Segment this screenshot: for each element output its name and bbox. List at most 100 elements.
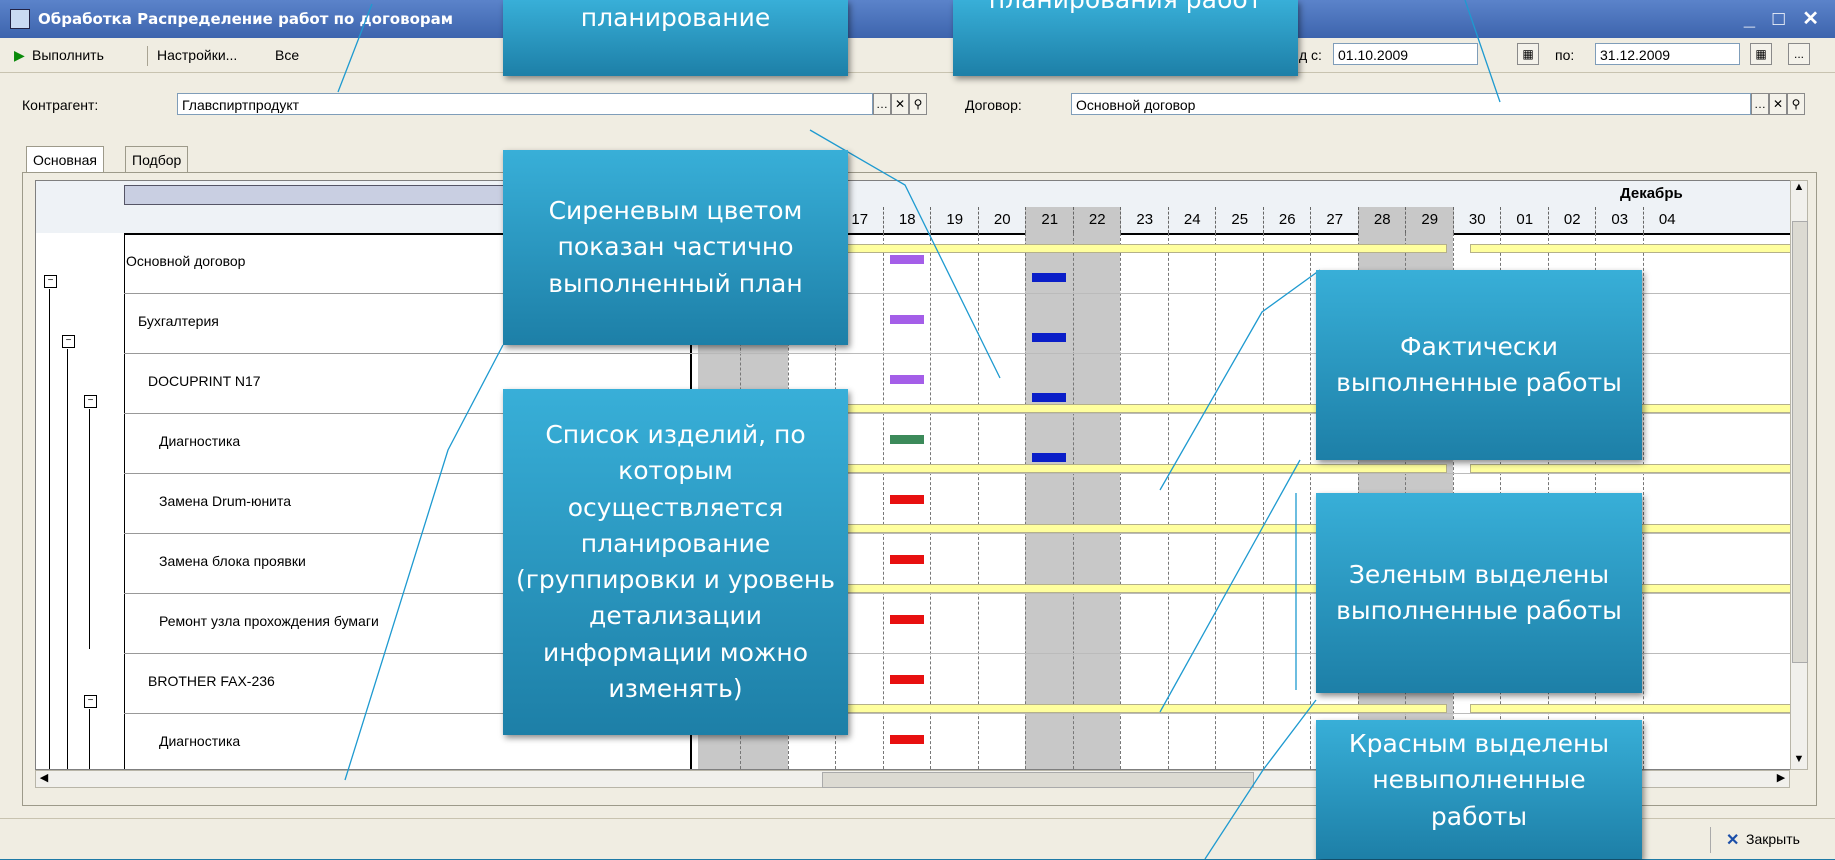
not-done-marker[interactable] [889, 495, 924, 504]
callout-green: Зеленым выделены выполненные работы [1316, 493, 1642, 693]
day-gridline [1072, 233, 1074, 769]
app-icon [10, 9, 30, 29]
day-gridline [1215, 233, 1216, 769]
tree-line [67, 349, 68, 769]
counterparty-label: Контрагент: [22, 97, 99, 113]
callout-work-planning-text: планирования работ [989, 0, 1263, 18]
not-done-marker[interactable] [889, 555, 924, 564]
partial-marker[interactable] [889, 255, 924, 264]
select-button[interactable]: … [873, 93, 891, 115]
not-done-marker[interactable] [889, 615, 924, 624]
window-controls[interactable]: _ □ ✕ [1744, 6, 1825, 31]
not-done-marker[interactable] [889, 735, 924, 744]
plan-bar[interactable] [1470, 704, 1791, 713]
callout-actual: Фактически выполненные работы [1316, 270, 1642, 460]
tab-main[interactable]: Основная [26, 146, 104, 172]
day-gridline [1120, 233, 1121, 769]
close-icon[interactable]: ✕ [1726, 830, 1739, 850]
tree-line [89, 709, 90, 769]
not-done-marker[interactable] [889, 675, 924, 684]
select-button[interactable]: … [1751, 93, 1769, 115]
actual-marker[interactable] [1032, 273, 1066, 282]
day-label: 25 [1215, 207, 1264, 233]
actual-marker[interactable] [1032, 393, 1066, 402]
period-to-field[interactable]: 31.12.2009 [1595, 43, 1740, 65]
more-button[interactable]: ... [1788, 43, 1810, 65]
day-label: 30 [1452, 207, 1502, 233]
plan-bar[interactable] [1470, 464, 1791, 473]
collapse-toggle-icon[interactable]: − [62, 335, 75, 348]
calendar-icon[interactable]: ▦ [1517, 43, 1539, 65]
scroll-up-icon[interactable]: ▲ [1791, 181, 1807, 197]
day-gridline [930, 233, 931, 769]
toolbar-separator [147, 46, 148, 66]
execute-button[interactable]: Выполнить [32, 47, 104, 63]
row-label: DOCUPRINT N17 [148, 373, 261, 389]
tree-line [49, 289, 50, 769]
day-gridline [1642, 233, 1644, 769]
day-label: 28 [1357, 207, 1406, 233]
period-from-field[interactable]: 01.10.2009 [1333, 43, 1478, 65]
day-label: 24 [1167, 207, 1217, 233]
counterparty-field[interactable]: Главспиртпродукт [177, 93, 873, 115]
done-marker[interactable] [889, 435, 924, 444]
row-label: Замена Drum-юнита [159, 493, 292, 509]
weekend-column [1025, 233, 1073, 769]
row-label: Диагностика [159, 733, 241, 749]
callout-lilac: Сиреневым цветом показан частично выполн… [503, 150, 848, 345]
title-bar: Обработка Распределение работ по договор… [0, 0, 1835, 38]
day-gridline [1262, 233, 1264, 769]
scroll-thumb[interactable] [1792, 221, 1808, 663]
play-icon: ▶ [14, 47, 25, 63]
day-label: 04 [1642, 207, 1692, 233]
day-gridline [882, 233, 884, 769]
day-gridline [1310, 233, 1311, 769]
row-label: Диагностика [159, 433, 241, 449]
period-to-label: по: [1555, 47, 1575, 63]
day-label: 01 [1500, 207, 1549, 233]
settings-button[interactable]: Настройки... [157, 47, 237, 63]
tree-line [89, 409, 90, 649]
tab-selection[interactable]: Подбор [125, 146, 189, 172]
calendar-icon[interactable]: ▦ [1750, 43, 1772, 65]
search-icon[interactable]: ⚲ [909, 93, 927, 115]
callout-planning: планирование [503, 0, 848, 76]
all-button[interactable]: Все [275, 47, 299, 63]
toolbar: ▶ Выполнить Настройки... Все д с: 01.10.… [0, 38, 1835, 73]
window-title: Обработка Распределение работ по договор… [38, 10, 454, 28]
row-separator [690, 473, 1791, 474]
callout-item-list: Список изделий, по которым осуществляетс… [503, 389, 848, 735]
vertical-scrollbar[interactable]: ▲ ▼ [1790, 180, 1808, 770]
day-gridline [977, 233, 979, 769]
row-label: Основной договор [126, 253, 246, 269]
actual-marker[interactable] [1032, 333, 1066, 342]
day-label: 18 [882, 207, 932, 233]
plan-bar[interactable] [1470, 244, 1791, 253]
collapse-toggle-icon[interactable]: − [84, 395, 97, 408]
scroll-thumb[interactable] [822, 772, 1254, 788]
day-label: 26 [1262, 207, 1312, 233]
collapse-toggle-icon[interactable]: − [44, 275, 57, 288]
clear-icon[interactable]: ✕ [891, 93, 909, 115]
actual-marker[interactable] [1032, 453, 1066, 462]
tree-column: − − − − [36, 233, 125, 769]
contract-field[interactable]: Основной договор [1071, 93, 1751, 115]
day-label: 02 [1547, 207, 1597, 233]
callout-work-planning: планирования работ [953, 0, 1298, 76]
search-icon[interactable]: ⚲ [1787, 93, 1805, 115]
day-label: 19 [930, 207, 979, 233]
row-label: BROTHER FAX-236 [148, 673, 275, 689]
collapse-toggle-icon[interactable]: − [84, 695, 97, 708]
day-label: 23 [1120, 207, 1169, 233]
scroll-down-icon[interactable]: ▼ [1791, 753, 1807, 769]
close-button[interactable]: Закрыть [1746, 831, 1800, 847]
row-label: Ремонт узла прохождения бумаги [159, 613, 379, 629]
partial-marker[interactable] [889, 375, 924, 384]
day-gridline [1025, 233, 1026, 769]
scroll-right-icon[interactable]: ▶ [1773, 771, 1789, 787]
day-label: 27 [1310, 207, 1359, 233]
scroll-left-icon[interactable]: ◀ [36, 771, 52, 787]
clear-icon[interactable]: ✕ [1769, 93, 1787, 115]
partial-marker[interactable] [889, 315, 924, 324]
day-label: 03 [1595, 207, 1644, 233]
